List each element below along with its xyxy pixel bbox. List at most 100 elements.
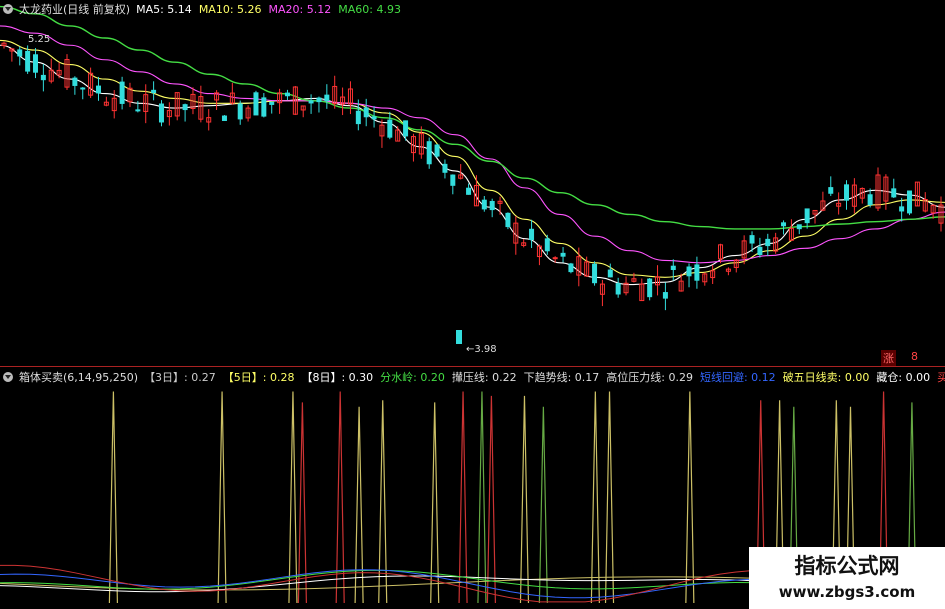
indicator-settings-circle-icon[interactable] bbox=[3, 372, 13, 382]
candle-body bbox=[560, 252, 566, 257]
rise-tag: 涨 bbox=[881, 350, 896, 366]
candle-body bbox=[765, 238, 771, 247]
candle-body bbox=[17, 49, 23, 57]
candle-body bbox=[796, 224, 802, 230]
indicator-legend-item-6: 高位压力线: 0.29 bbox=[606, 371, 693, 384]
spike-15 bbox=[685, 391, 695, 604]
candle-body bbox=[32, 54, 38, 73]
candle-body bbox=[867, 194, 873, 206]
candle-body bbox=[151, 89, 157, 94]
spike-8 bbox=[458, 391, 468, 604]
candle-body bbox=[355, 110, 361, 125]
ma-legend: MA5: 5.14 MA10: 5.26 MA20: 5.12 MA60: 4.93 bbox=[136, 3, 408, 16]
indicator-legend-item-0: 【3日】: 0.27 bbox=[144, 371, 216, 384]
candle-body bbox=[324, 94, 330, 102]
indicator-legend-item-4: 攆压线: 0.22 bbox=[451, 371, 517, 384]
candle-body bbox=[647, 278, 653, 298]
candle-body bbox=[757, 246, 763, 256]
candle-body bbox=[25, 50, 31, 72]
indicator-legend-item-5: 下趋势线: 0.17 bbox=[523, 371, 600, 384]
candle-body bbox=[529, 228, 535, 240]
candle-body bbox=[363, 107, 369, 118]
candle-body bbox=[568, 263, 574, 273]
spike-14 bbox=[604, 391, 615, 604]
watermark: 指标公式网 www.zbgs3.com bbox=[749, 547, 945, 609]
candle-body bbox=[80, 87, 86, 90]
indicator-legend-item-9: 藏仓: 0.00 bbox=[876, 371, 931, 384]
candle-body bbox=[505, 212, 511, 228]
spike-10 bbox=[486, 395, 496, 604]
spike-2 bbox=[288, 391, 298, 604]
candle-body bbox=[592, 263, 598, 284]
candle-body bbox=[749, 235, 755, 244]
spike-3 bbox=[297, 402, 307, 604]
candle-body bbox=[119, 81, 125, 104]
candle-body bbox=[434, 144, 440, 157]
candle-body bbox=[269, 101, 275, 105]
candle-body bbox=[95, 85, 101, 94]
indicator-legend-item-2: 【8日】: 0.30 bbox=[301, 371, 374, 384]
spike-11 bbox=[519, 395, 530, 604]
candle-body bbox=[552, 257, 558, 260]
high-annotation: 5.25 bbox=[28, 34, 50, 45]
candle-body bbox=[907, 190, 913, 214]
ma-legend-item-1: MA10: 5.26 bbox=[198, 2, 262, 16]
candle-body bbox=[450, 174, 456, 186]
indicator-legend-item-10: 买: 0.00 bbox=[937, 371, 945, 384]
indicator-legend-item-7: 短线回避: 0.12 bbox=[699, 371, 776, 384]
candle-body bbox=[694, 264, 700, 281]
ma-legend-item-0: MA5: 5.14 bbox=[136, 2, 192, 16]
price-pane: 5.25 ←3.98 bbox=[0, 5, 945, 355]
candle-body bbox=[403, 120, 409, 137]
candle-body bbox=[237, 103, 243, 120]
ma-legend-item-3: MA60: 4.93 bbox=[338, 2, 401, 16]
candle-body bbox=[544, 238, 550, 252]
indicator-header: 箱体买卖(6,14,95,250) 【3日】: 0.27 【5日】: 0.28 【8… bbox=[0, 368, 945, 386]
candle-body bbox=[253, 92, 259, 116]
indicator-legend: 【3日】: 0.27 【5日】: 0.28 【8日】: 0.30 分水岭: 0.20 攆… bbox=[144, 369, 945, 385]
candle-body bbox=[284, 92, 290, 97]
candle-body bbox=[481, 199, 487, 210]
candle-body bbox=[686, 266, 692, 277]
candle-body bbox=[891, 188, 897, 198]
candle-body bbox=[670, 265, 676, 271]
candle-body bbox=[371, 116, 377, 120]
candle-body bbox=[158, 103, 164, 123]
candle-body bbox=[72, 77, 78, 86]
indicator-legend-item-1: 【5日】: 0.28 bbox=[222, 371, 295, 384]
ma-legend-item-2: MA20: 5.12 bbox=[268, 2, 332, 16]
low-candle bbox=[456, 330, 462, 344]
spike-5 bbox=[354, 406, 364, 604]
spike-13 bbox=[590, 391, 600, 604]
spike-9 bbox=[477, 391, 487, 604]
candle-body bbox=[316, 97, 322, 103]
ma-line-ma60 bbox=[0, 5, 945, 230]
ma-line-ma10 bbox=[0, 39, 945, 278]
spike-12 bbox=[538, 406, 548, 604]
spike-0 bbox=[108, 391, 118, 604]
candle-body bbox=[804, 208, 810, 224]
chart-canvas: 5.25 ←3.98 bbox=[0, 5, 945, 604]
candle-body bbox=[844, 184, 850, 201]
watermark-url: www.zbgs3.com bbox=[778, 583, 916, 601]
stock-name: 太龙药业 bbox=[19, 3, 63, 16]
indicator-name: 箱体买卖(6,14,95,250) bbox=[19, 371, 139, 384]
period-label: (日线 前复权) bbox=[63, 3, 131, 16]
candle-body bbox=[607, 269, 613, 278]
spike-6 bbox=[378, 400, 388, 604]
settings-circle-icon[interactable] bbox=[3, 4, 13, 14]
watermark-title: 指标公式网 bbox=[794, 554, 900, 578]
candle-body bbox=[466, 187, 472, 195]
candle-body bbox=[261, 97, 267, 117]
candle-body bbox=[40, 74, 46, 81]
candle-body bbox=[489, 200, 495, 211]
low-annotation: ←3.98 bbox=[466, 344, 497, 355]
candle-body bbox=[426, 141, 432, 165]
candle-body bbox=[899, 206, 905, 212]
price-header: 太龙药业 (日线 前复权) MA5: 5.14 MA10: 5.26 MA20: 5… bbox=[0, 0, 414, 18]
ma-line-ma20 bbox=[0, 25, 945, 264]
candle-body bbox=[308, 100, 314, 104]
candle-body bbox=[221, 115, 227, 121]
candle-body bbox=[135, 109, 141, 112]
indicator-legend-item-3: 分水岭: 0.20 bbox=[380, 371, 445, 384]
